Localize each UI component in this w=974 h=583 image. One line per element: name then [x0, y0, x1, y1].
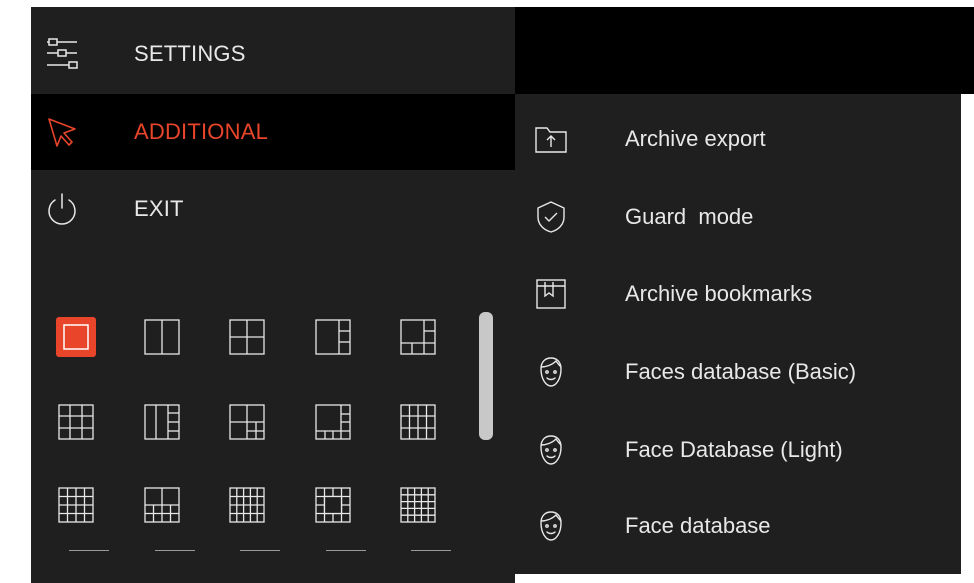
face-icon — [540, 511, 562, 541]
layout-1plus9-button[interactable] — [142, 485, 182, 525]
main-menu: SETTINGS ADDITIONAL EXIT — [31, 7, 515, 583]
layout-4x4-button[interactable] — [56, 485, 96, 525]
power-icon — [48, 193, 76, 225]
layout-row-partial — [326, 550, 366, 551]
top-strip — [515, 7, 974, 94]
layout-scrollbar[interactable] — [479, 312, 493, 440]
submenu-item-archive-bookmarks[interactable]: Archive bookmarks — [515, 255, 961, 333]
sliders-icon — [47, 38, 78, 69]
cursor-icon — [48, 118, 76, 147]
layout-row-partial — [69, 550, 109, 551]
layout-3plus4-button[interactable] — [227, 402, 267, 442]
menu-item-exit[interactable]: EXIT — [31, 171, 515, 247]
shield-check-icon — [537, 201, 565, 233]
face-icon — [540, 435, 562, 465]
submenu-item-guard-mode[interactable]: Guard mode — [515, 178, 961, 256]
layout-2x2-button[interactable] — [227, 317, 267, 357]
submenu-label: Guard mode — [625, 204, 754, 229]
face-icon — [540, 357, 562, 387]
submenu-item-face-database[interactable]: Face database — [515, 487, 961, 565]
layout-row-partial — [411, 550, 451, 551]
layout-2plus4-button[interactable] — [142, 402, 182, 442]
additional-label: ADDITIONAL — [134, 119, 269, 144]
layout-1plus3-button[interactable] — [313, 317, 353, 357]
layout-1plus7-button[interactable] — [313, 402, 353, 442]
submenu-label: Face database — [625, 513, 771, 538]
submenu-item-faces-database-basic[interactable]: Faces database (Basic) — [515, 333, 961, 411]
menu-item-additional[interactable]: ADDITIONAL — [31, 94, 515, 170]
exit-label: EXIT — [134, 196, 184, 221]
layout-1plus12-button[interactable] — [313, 485, 353, 525]
folder-upload-icon — [535, 127, 567, 153]
layout-row-partial — [240, 550, 280, 551]
layout-1plus5-button[interactable] — [398, 317, 438, 357]
submenu-label: Archive bookmarks — [625, 281, 813, 306]
layout-3x3-button[interactable] — [56, 402, 96, 442]
submenu-label: Faces database (Basic) — [625, 359, 857, 384]
layout-5x5-button[interactable] — [398, 485, 438, 525]
layout-4x3-button[interactable] — [398, 402, 438, 442]
layout-2-vertical-button[interactable] — [142, 317, 182, 357]
settings-label: SETTINGS — [134, 41, 246, 66]
menu-item-settings[interactable]: SETTINGS — [31, 16, 515, 92]
submenu-label: Face Database (Light) — [625, 437, 843, 462]
additional-submenu: Archive export Guard mode Archive bookma… — [515, 94, 961, 574]
submenu-label: Archive export — [625, 126, 766, 151]
layout-5x4-button[interactable] — [227, 485, 267, 525]
submenu-item-archive-export[interactable]: Archive export — [515, 100, 961, 178]
submenu-item-face-database-light[interactable]: Face Database (Light) — [515, 411, 961, 489]
layout-row-partial — [155, 550, 195, 551]
layout-1x1-button[interactable] — [56, 317, 96, 357]
bookmark-icon — [536, 279, 566, 309]
